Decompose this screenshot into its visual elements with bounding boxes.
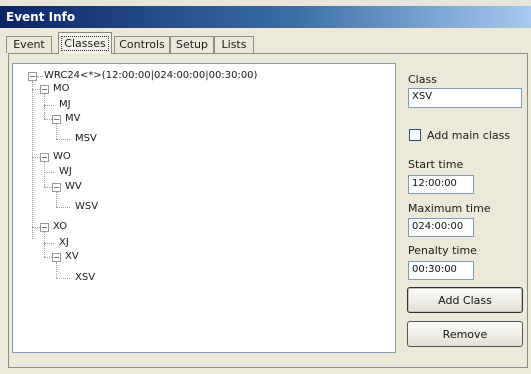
maximum-time-input[interactable]: 024:00:00	[408, 218, 474, 237]
remove-button[interactable]: Remove	[407, 321, 523, 347]
tree-connector	[32, 227, 40, 228]
class-input[interactable]: XSV	[408, 88, 522, 108]
tree-connector	[56, 192, 57, 207]
tree-connector	[44, 105, 54, 106]
tree-connector	[44, 94, 45, 119]
collapse-icon[interactable]: −	[40, 85, 49, 94]
tree-node-wsv[interactable]: WSV	[75, 201, 98, 213]
maximum-time-label: Maximum time	[408, 202, 491, 215]
add-main-class-checkbox[interactable]	[409, 129, 421, 141]
tab-lists-label: Lists	[221, 38, 247, 51]
collapse-icon[interactable]: −	[28, 72, 37, 81]
add-main-class-label: Add main class	[427, 129, 511, 142]
tree-node-wo[interactable]: WO	[53, 151, 71, 163]
tab-classes-label: Classes	[61, 36, 109, 51]
tree-node-mv[interactable]: MV	[65, 113, 80, 125]
tree-connector	[56, 262, 57, 278]
penalty-time-input[interactable]: 00:30:00	[408, 261, 474, 280]
tree-connector	[44, 187, 52, 188]
tree-node-xv[interactable]: XV	[65, 251, 79, 263]
tree-node-xsv[interactable]: XSV	[75, 272, 95, 284]
tree-connector	[32, 157, 40, 158]
tab-event-label: Event	[13, 38, 45, 51]
tab-setup[interactable]: Setup	[170, 36, 214, 53]
tab-controls-label: Controls	[119, 38, 165, 51]
tree-root[interactable]: WRC24<*>(12:00:00|024:00:00|00:30:00)	[44, 70, 257, 82]
tree-node-mo[interactable]: MO	[53, 83, 70, 95]
tree-connector	[32, 81, 33, 239]
tab-event[interactable]: Event	[6, 36, 52, 53]
start-time-label: Start time	[408, 158, 464, 171]
collapse-icon[interactable]: −	[40, 223, 49, 232]
tab-setup-label: Setup	[175, 38, 209, 51]
tree-node-msv[interactable]: MSV	[75, 133, 97, 145]
tree-connector	[37, 76, 43, 77]
tree-node-wj[interactable]: WJ	[59, 166, 72, 178]
tree-connector	[56, 124, 57, 139]
tree-node-xo[interactable]: XO	[53, 221, 67, 233]
tree-connector	[44, 257, 52, 258]
tab-lists[interactable]: Lists	[214, 36, 254, 53]
tree-node-xj[interactable]: XJ	[59, 237, 69, 249]
tree-connector	[44, 119, 52, 120]
tab-controls[interactable]: Controls	[114, 36, 170, 53]
collapse-icon[interactable]: −	[52, 253, 61, 262]
class-tree[interactable]: − WRC24<*>(12:00:00|024:00:00|00:30:00) …	[12, 63, 396, 353]
tree-connector	[32, 89, 40, 90]
tree-node-mj[interactable]: MJ	[59, 99, 71, 111]
tree-connector	[44, 172, 54, 173]
add-class-button[interactable]: Add Class	[407, 287, 523, 313]
tree-node-wv[interactable]: WV	[65, 181, 82, 193]
penalty-time-label: Penalty time	[408, 244, 477, 257]
tree-connector	[56, 207, 70, 208]
collapse-icon[interactable]: −	[40, 153, 49, 162]
tree-connector	[56, 139, 70, 140]
tab-classes[interactable]: Classes	[58, 32, 112, 54]
collapse-icon[interactable]: −	[52, 115, 61, 124]
tree-connector	[44, 243, 54, 244]
tree-connector	[44, 162, 45, 187]
start-time-input[interactable]: 12:00:00	[408, 175, 474, 194]
window-title: Event Info	[0, 6, 531, 28]
collapse-icon[interactable]: −	[52, 183, 61, 192]
class-label: Class	[408, 73, 437, 86]
tree-connector	[56, 278, 70, 279]
tab-bar: Event Classes Controls Setup Lists	[0, 32, 531, 54]
tree-connector	[44, 232, 45, 257]
